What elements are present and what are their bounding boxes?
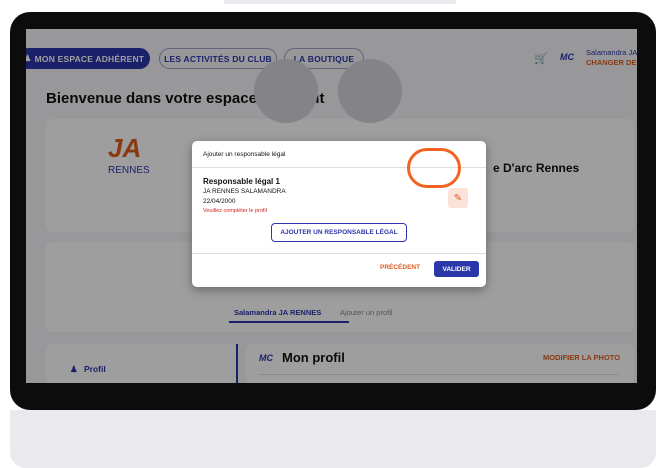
add-guardian-button[interactable]: AJOUTER UN RESPONSABLE LÉGAL — [271, 223, 407, 242]
validate-button[interactable]: VALIDER — [434, 261, 479, 277]
guardian-club: JA RENNES SALAMANDRA — [203, 188, 286, 195]
divider — [192, 253, 486, 254]
app-screen: ♟ MON ESPACE ADHÉRENT LES ACTIVITÉS DU C… — [26, 29, 637, 383]
top-tab-decoration — [224, 0, 456, 4]
edit-guardian-button[interactable]: ✎ — [448, 188, 468, 208]
guardian-date: 22/04/2000 — [203, 198, 236, 205]
highlight-ring — [407, 148, 461, 188]
guardian-title: Responsable légal 1 — [203, 177, 280, 186]
modal-title: Ajouter un responsable légal — [203, 151, 286, 158]
previous-button[interactable]: PRÉCÉDENT — [380, 264, 420, 271]
pencil-icon: ✎ — [453, 192, 463, 204]
profile-warning: Veuillez compléter le profil — [203, 208, 267, 214]
bottom-bar — [10, 410, 656, 468]
